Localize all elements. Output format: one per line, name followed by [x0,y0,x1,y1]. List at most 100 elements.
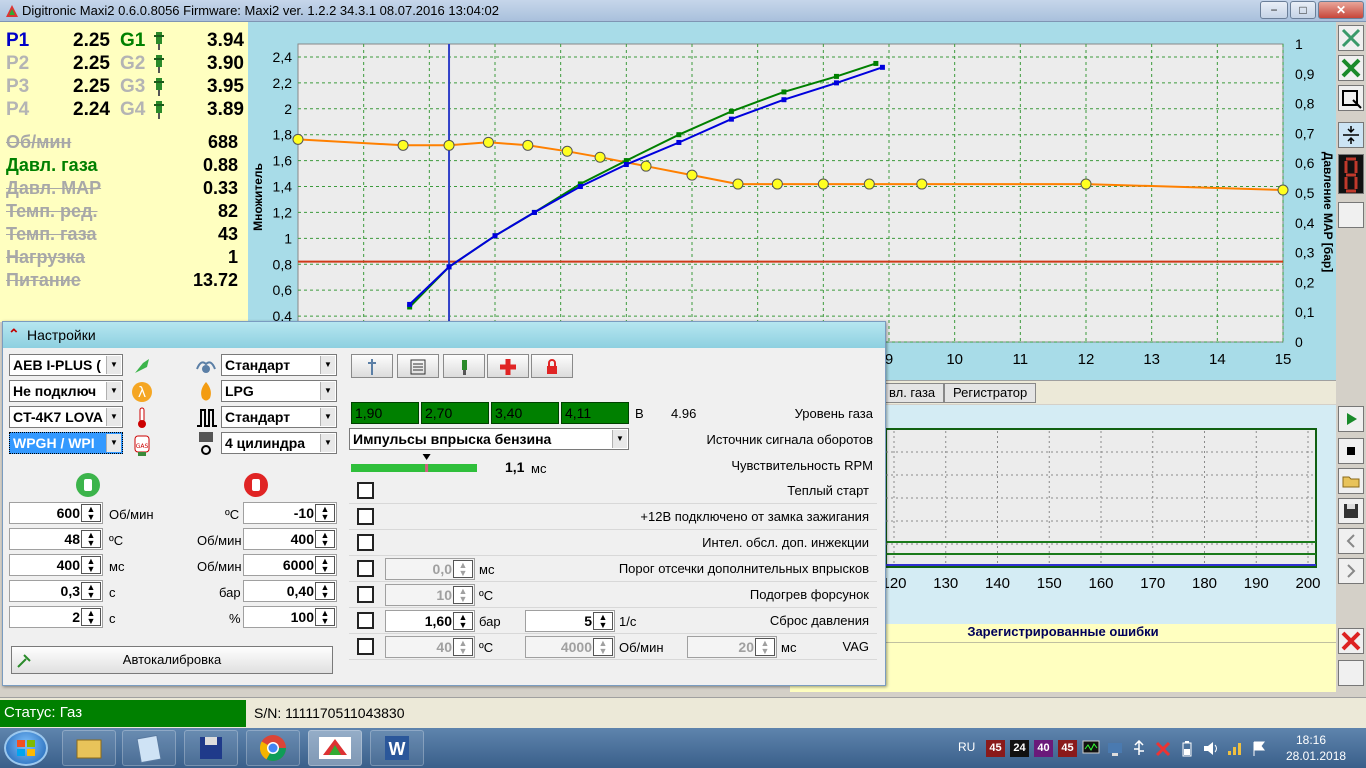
clock-date[interactable]: 28.01.2018 [1286,749,1346,763]
pressure-reset-input[interactable]: 1,60 ▲ ▼ [385,610,475,632]
ignition-12v-checkbox[interactable] [357,508,374,525]
percent-input[interactable]: 100 ▲ ▼ [243,606,337,628]
battery-icon[interactable] [1180,740,1194,757]
clear-errors-button[interactable] [1338,628,1364,654]
blank-button-2[interactable] [1338,660,1364,686]
warm-start-checkbox[interactable] [357,482,374,499]
cylinders-select[interactable]: 4 цилиндра ▼ [221,432,337,454]
spin-arrows-icon[interactable]: ▲ ▼ [81,504,101,522]
error-tray-icon[interactable] [1154,740,1172,757]
compress-button[interactable] [1338,122,1364,148]
gas-sensor-select[interactable]: WPGH / WPI ▼ [9,432,123,454]
switch-time-input[interactable]: 0,3 ▲ ▼ [9,580,103,602]
monitor-icon[interactable] [1082,740,1100,757]
fuel-type-select[interactable]: LPG ▼ [221,380,337,402]
reducer-select[interactable]: AEB I-PLUS (▼ [9,354,123,376]
spin-arrows-icon[interactable]: ▲ ▼ [593,638,613,656]
cut-threshold-input[interactable]: 0,0 ▲ ▼ [385,558,475,580]
taskbar-chrome[interactable] [246,730,300,766]
spin-arrows-icon[interactable]: ▲ ▼ [81,556,101,574]
max-rpm-input[interactable]: 6000 ▲ ▼ [243,554,337,576]
usb-icon[interactable] [1130,740,1148,757]
switch-interval-input[interactable]: 2 ▲ ▼ [9,606,103,628]
rpm-source-select[interactable]: Импульсы впрыска бензина ▼ [349,428,629,450]
cut-threshold-checkbox[interactable] [357,560,374,577]
taskbar-digitronic[interactable] [308,730,362,766]
volume-icon[interactable] [1202,740,1220,757]
spin-arrows-icon[interactable]: ▲ ▼ [81,530,101,548]
calibration-tool-button[interactable] [351,354,393,378]
collapse-chevron-icon[interactable]: ⌃ [8,326,20,343]
switch-temp-input[interactable]: 48 ▲ ▼ [9,528,103,550]
injection-mode-select[interactable]: Стандарт ▼ [221,354,337,376]
spin-arrows-icon[interactable]: ▲ ▼ [315,504,335,522]
injector-button[interactable] [443,354,485,378]
spin-arrows-icon[interactable]: ▲ ▼ [81,582,101,600]
save-button[interactable] [1338,498,1364,524]
stop-button[interactable] [1338,438,1364,464]
back-temp-input[interactable]: -10 ▲ ▼ [243,502,337,524]
slider-track[interactable] [351,454,477,474]
play-button[interactable] [1338,406,1364,432]
vag-ms-input[interactable]: 20 ▲ ▼ [687,636,777,658]
temp-sensor-select[interactable]: CT-4K7 LOVA ▼ [9,406,123,428]
export-button[interactable] [1338,85,1364,111]
back-rpm-input[interactable]: 400 ▲ ▼ [243,528,337,550]
rpm-sensitivity-slider[interactable] [351,454,477,474]
maximize-button[interactable]: □ [1290,1,1316,19]
injector-heat-checkbox[interactable] [357,586,374,603]
open-button[interactable] [1338,468,1364,494]
spin-arrows-icon[interactable]: ▲ ▼ [81,608,101,626]
vag-rpm-input[interactable]: 4000 ▲ ▼ [525,636,615,658]
clear-button[interactable] [1338,55,1364,81]
network-icon[interactable] [1226,740,1244,757]
autocalibration-button[interactable]: Автокалибровка [11,646,333,674]
taskbar-word[interactable]: W [370,730,424,766]
vag-temp-input[interactable]: 40 ▲ ▼ [385,636,475,658]
spin-arrows-icon[interactable]: ▲ ▼ [453,612,473,630]
spin-arrows-icon[interactable]: ▲ ▼ [315,530,335,548]
spin-arrows-icon[interactable]: ▲ ▼ [315,582,335,600]
spin-arrows-icon[interactable]: ▲ ▼ [315,556,335,574]
spin-arrows-icon[interactable]: ▲ ▼ [453,560,473,578]
table-button[interactable] [397,354,439,378]
diagnostics-button[interactable] [487,354,529,378]
spin-arrows-icon[interactable]: ▲ ▼ [315,608,335,626]
reset-rate-input[interactable]: 5 ▲ ▼ [525,610,615,632]
spin-arrows-icon[interactable]: ▲ ▼ [453,638,473,656]
start-button[interactable] [4,730,48,766]
taskbar-notes[interactable] [122,730,176,766]
intel-injection-checkbox[interactable] [357,534,374,551]
switch-delay-input[interactable]: 400 ▲ ▼ [9,554,103,576]
tab-gas-pressure[interactable]: вл. газа [880,383,945,403]
tray-badge-3[interactable]: 40 [1034,740,1053,757]
pressure-reset-checkbox[interactable] [357,612,374,629]
injector-heat-input[interactable]: 10 ▲ ▼ [385,584,475,606]
blank-button[interactable] [1338,202,1364,228]
slider-thumb[interactable] [422,454,431,460]
tray-badge-1[interactable]: 45 [986,740,1005,757]
next-button[interactable] [1338,558,1364,584]
taskbar-explorer[interactable] [62,730,116,766]
minimize-button[interactable]: − [1260,1,1288,19]
lock-button[interactable] [531,354,573,378]
close-button[interactable]: ✕ [1318,1,1364,19]
settings-title-bar[interactable]: ⌃ Настройки [3,322,885,348]
tray-badge-4[interactable]: 45 [1058,740,1077,757]
tab-recorder[interactable]: Регистратор [944,383,1037,403]
spin-arrows-icon[interactable]: ▲ ▼ [593,612,613,630]
prev-button[interactable] [1338,528,1364,554]
spin-arrows-icon[interactable]: ▲ ▼ [453,586,473,604]
language-indicator[interactable]: RU [958,740,975,754]
switch-rpm-input[interactable]: 600 ▲ ▼ [9,502,103,524]
tray-badge-2[interactable]: 24 [1010,740,1029,757]
taskbar-save[interactable] [184,730,238,766]
min-pressure-input[interactable]: 0,40 ▲ ▼ [243,580,337,602]
zoom-fit-button[interactable] [1338,25,1364,51]
injection-type-select[interactable]: Стандарт ▼ [221,406,337,428]
network-tool-icon[interactable] [1106,740,1124,757]
spin-arrows-icon[interactable]: ▲ ▼ [755,638,775,656]
vag-checkbox[interactable] [357,638,374,655]
lambda-select[interactable]: Не подключ ▼ [9,380,123,402]
clock-time[interactable]: 18:16 [1296,733,1326,747]
